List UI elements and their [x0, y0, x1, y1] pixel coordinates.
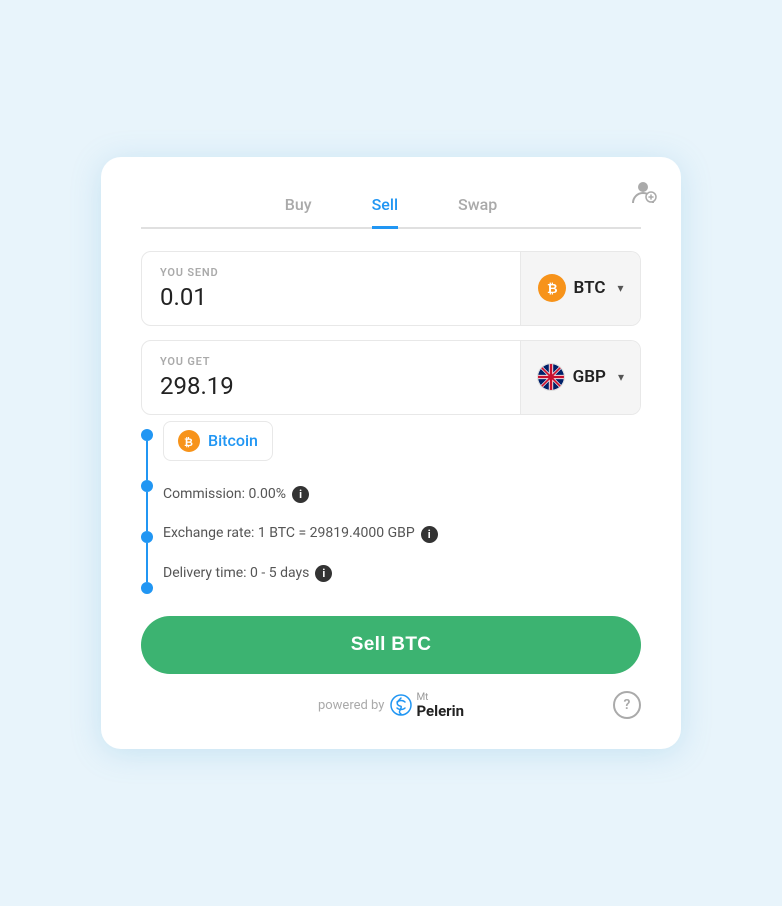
footer: powered by Mt Pelerin ? — [141, 692, 641, 720]
send-currency-select[interactable]: ₿ BTC ▾ — [520, 252, 640, 325]
timeline-dot-4 — [141, 582, 153, 594]
input-section: YOU SEND 0.01 ₿ BTC ▾ YOU GET 298.19 — [141, 251, 641, 415]
timeline-line-3 — [146, 543, 148, 582]
sell-button[interactable]: Sell BTC — [141, 616, 641, 674]
get-label: YOU GET — [160, 355, 502, 368]
tab-buy[interactable]: Buy — [285, 187, 312, 229]
exchange-rate-info-icon[interactable]: i — [421, 526, 438, 543]
bitcoin-label: Bitcoin — [208, 431, 258, 450]
you-send-row: YOU SEND 0.01 ₿ BTC ▾ — [141, 251, 641, 326]
info-section: ₿ Bitcoin Commission: 0.00% i Exchange r… — [141, 421, 641, 594]
delivery-time-text: Delivery time: 0 - 5 days — [163, 564, 309, 584]
tab-swap[interactable]: Swap — [458, 187, 497, 229]
get-currency-label: GBP — [573, 367, 606, 387]
gbp-flag-icon — [537, 363, 565, 391]
pelerin-logo-icon — [390, 694, 412, 716]
bitcoin-suggestion[interactable]: ₿ Bitcoin — [163, 421, 273, 461]
timeline-dot-1 — [141, 429, 153, 441]
exchange-rate-row: Exchange rate: 1 BTC = 29819.4000 GBP i — [163, 514, 641, 554]
svg-text:₿: ₿ — [184, 436, 193, 448]
timeline — [141, 421, 153, 594]
get-input-area: YOU GET 298.19 — [142, 341, 520, 414]
timeline-line-2 — [146, 492, 148, 531]
get-value: 298.19 — [160, 372, 502, 400]
timeline-line-1 — [146, 441, 148, 480]
pelerin-brand: Pelerin — [416, 703, 464, 720]
get-currency-select[interactable]: GBP ▾ — [520, 341, 640, 414]
delivery-time-row: Delivery time: 0 - 5 days i — [163, 554, 641, 594]
info-content: ₿ Bitcoin Commission: 0.00% i Exchange r… — [163, 421, 641, 594]
send-currency-label: BTC — [574, 278, 606, 298]
get-chevron-icon: ▾ — [618, 370, 624, 384]
send-input-area: YOU SEND 0.01 — [142, 252, 520, 325]
exchange-rate-text: Exchange rate: 1 BTC = 29819.4000 GBP — [163, 524, 415, 544]
main-card: Buy Sell Swap YOU SEND 0.01 ₿ BTC ▾ — [101, 157, 681, 749]
help-button[interactable]: ? — [613, 691, 641, 719]
send-label: YOU SEND — [160, 266, 502, 279]
tab-sell[interactable]: Sell — [372, 187, 398, 229]
btc-icon: ₿ — [538, 274, 566, 302]
commission-info-icon[interactable]: i — [292, 486, 309, 503]
svg-text:₿: ₿ — [547, 282, 558, 296]
commission-text: Commission: 0.00% — [163, 485, 286, 505]
you-get-row: YOU GET 298.19 GBP ▾ — [141, 340, 641, 415]
commission-row: Commission: 0.00% i — [163, 475, 641, 515]
powered-by-text: powered by — [318, 698, 385, 713]
timeline-dot-3 — [141, 531, 153, 543]
pelerin-logo[interactable]: Mt Pelerin — [390, 692, 464, 720]
delivery-time-info-icon[interactable]: i — [315, 565, 332, 582]
btc-small-icon: ₿ — [178, 430, 200, 452]
send-chevron-icon: ▾ — [617, 281, 623, 295]
timeline-dot-2 — [141, 480, 153, 492]
pelerin-mt: Mt — [416, 692, 464, 703]
tabs: Buy Sell Swap — [141, 187, 641, 229]
send-value[interactable]: 0.01 — [160, 283, 502, 311]
